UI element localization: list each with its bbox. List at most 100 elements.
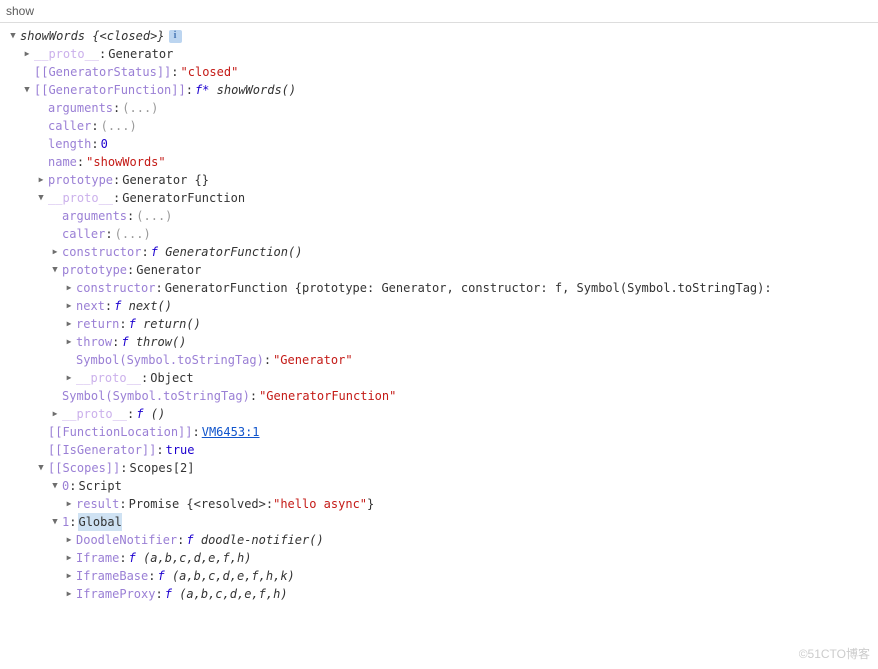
key: __proto__ — [48, 189, 113, 207]
chevron-right-icon[interactable] — [64, 495, 74, 513]
value: true — [166, 441, 195, 459]
value: Generator — [108, 45, 173, 63]
prototype-row[interactable]: prototype: Generator — [8, 261, 878, 279]
key: IframeProxy — [76, 585, 155, 603]
func-sig: next() — [129, 297, 172, 315]
chevron-down-icon[interactable] — [36, 189, 46, 207]
constructor-row[interactable]: constructor: f GeneratorFunction() — [8, 243, 878, 261]
chevron-down-icon[interactable] — [50, 261, 60, 279]
chevron-right-icon[interactable] — [64, 585, 74, 603]
value: "showWords" — [86, 153, 165, 171]
header-title: show — [6, 4, 34, 18]
func-sig: (a,b,c,d,e,f,h) — [179, 585, 287, 603]
arguments-row[interactable]: arguments: (...) — [8, 207, 878, 225]
chevron-right-icon[interactable] — [22, 45, 32, 63]
key: result — [76, 495, 119, 513]
func-f: f — [151, 243, 158, 261]
key: [[GeneratorFunction]] — [34, 81, 186, 99]
key: Symbol(Symbol.toStringTag) — [62, 387, 250, 405]
value: "GeneratorFunction" — [259, 387, 396, 405]
chevron-right-icon[interactable] — [64, 279, 74, 297]
proto-row[interactable]: __proto__: Generator — [8, 45, 878, 63]
chevron-right-icon[interactable] — [64, 531, 74, 549]
is-generator-row[interactable]: [[IsGenerator]]: true — [8, 441, 878, 459]
chevron-down-icon[interactable] — [36, 459, 46, 477]
value: "closed" — [181, 63, 239, 81]
value: Scopes[2] — [129, 459, 194, 477]
chevron-right-icon[interactable] — [64, 369, 74, 387]
doodle-notifier-row[interactable]: DoodleNotifier: f doodle-notifier() — [8, 531, 878, 549]
caller-row[interactable]: caller: (...) — [8, 225, 878, 243]
chevron-down-icon[interactable] — [8, 27, 18, 45]
key: arguments — [62, 207, 127, 225]
chevron-right-icon[interactable] — [64, 567, 74, 585]
chevron-right-icon[interactable] — [64, 315, 74, 333]
result-row[interactable]: result: Promise {<resolved>: "hello asyn… — [8, 495, 878, 513]
chevron-right-icon[interactable] — [64, 297, 74, 315]
name-row[interactable]: name: "showWords" — [8, 153, 878, 171]
key: prototype — [48, 171, 113, 189]
key: constructor — [62, 243, 141, 261]
key: __proto__ — [34, 45, 99, 63]
func-sig: doodle-notifier() — [201, 531, 324, 549]
value: GeneratorFunction — [122, 189, 245, 207]
chevron-right-icon[interactable] — [50, 243, 60, 261]
key: next — [76, 297, 105, 315]
function-location-row[interactable]: [[FunctionLocation]]: VM6453:1 — [8, 423, 878, 441]
next-row[interactable]: next: f next() — [8, 297, 878, 315]
func-f: f — [157, 567, 164, 585]
func-f: f — [114, 297, 121, 315]
key: return — [76, 315, 119, 333]
symbol-tostringtag-row[interactable]: Symbol(Symbol.toStringTag): "GeneratorFu… — [8, 387, 878, 405]
key: 1 — [62, 513, 69, 531]
chevron-right-icon[interactable] — [36, 171, 46, 189]
scope-item-row[interactable]: 1: Global — [8, 513, 878, 531]
object-tree: showWords {<closed>} i __proto__: Genera… — [0, 23, 878, 611]
root-name: showWords — [20, 27, 85, 45]
info-icon[interactable]: i — [169, 30, 182, 43]
value: (...) — [136, 207, 172, 225]
scopes-row[interactable]: [[Scopes]]: Scopes[2] — [8, 459, 878, 477]
key: caller — [48, 117, 91, 135]
key: caller — [62, 225, 105, 243]
root-suffix: {<closed>} — [92, 27, 164, 45]
key: __proto__ — [76, 369, 141, 387]
scope-item-row[interactable]: 0: Script — [8, 477, 878, 495]
iframe-proxy-row[interactable]: IframeProxy: f (a,b,c,d,e,f,h) — [8, 585, 878, 603]
iframe-base-row[interactable]: IframeBase: f (a,b,c,d,e,f,h,k) — [8, 567, 878, 585]
caller-row[interactable]: caller: (...) — [8, 117, 878, 135]
generator-function-row[interactable]: [[GeneratorFunction]]: f* showWords() — [8, 81, 878, 99]
generator-status-row[interactable]: [[GeneratorStatus]]: "closed" — [8, 63, 878, 81]
proto-row[interactable]: __proto__: Object — [8, 369, 878, 387]
value: 0 — [101, 135, 108, 153]
return-row[interactable]: return: f return() — [8, 315, 878, 333]
chevron-down-icon[interactable] — [22, 81, 32, 99]
iframe-row[interactable]: Iframe: f (a,b,c,d,e,f,h) — [8, 549, 878, 567]
key: [[FunctionLocation]] — [48, 423, 193, 441]
arguments-row[interactable]: arguments: (...) — [8, 99, 878, 117]
chevron-right-icon[interactable] — [50, 405, 60, 423]
watermark: ©51CTO博客 — [799, 645, 870, 663]
proto-row[interactable]: __proto__: GeneratorFunction — [8, 189, 878, 207]
value: Generator — [136, 261, 201, 279]
key: DoodleNotifier — [76, 531, 177, 549]
chevron-right-icon[interactable] — [64, 333, 74, 351]
constructor-row[interactable]: constructor: GeneratorFunction {prototyp… — [8, 279, 878, 297]
proto-row[interactable]: __proto__: f () — [8, 405, 878, 423]
length-row[interactable]: length: 0 — [8, 135, 878, 153]
chevron-down-icon[interactable] — [50, 477, 60, 495]
value-pre: Promise {<resolved>: — [129, 495, 274, 513]
symbol-tostringtag-row[interactable]: Symbol(Symbol.toStringTag): "Generator" — [8, 351, 878, 369]
throw-row[interactable]: throw: f throw() — [8, 333, 878, 351]
chevron-right-icon[interactable] — [64, 549, 74, 567]
func-f: f — [165, 585, 172, 603]
func-f: f — [186, 531, 193, 549]
value: (...) — [101, 117, 137, 135]
root-row[interactable]: showWords {<closed>} i — [8, 27, 878, 45]
value: Script — [78, 477, 121, 495]
source-link[interactable]: VM6453:1 — [202, 423, 260, 441]
func-sig: showWords() — [217, 81, 296, 99]
chevron-down-icon[interactable] — [50, 513, 60, 531]
func-f: f — [136, 405, 143, 423]
prototype-row[interactable]: prototype: Generator {} — [8, 171, 878, 189]
